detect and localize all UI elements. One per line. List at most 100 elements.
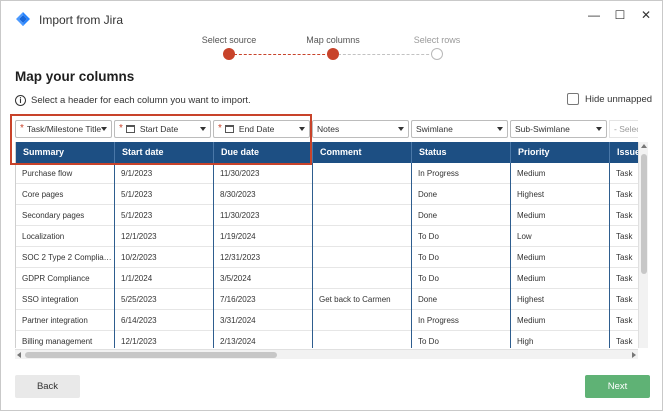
cell-comment xyxy=(313,310,412,331)
cell-status: In Progress xyxy=(412,163,511,184)
mapping-select-start-date[interactable]: * Start Date xyxy=(114,120,211,138)
chevron-down-icon xyxy=(398,127,404,131)
cell-due-date: 3/31/2024 xyxy=(214,310,313,331)
cell-comment: Get back to Carmen xyxy=(313,289,412,310)
cell-priority: Medium xyxy=(511,268,610,289)
minimize-button[interactable]: — xyxy=(586,7,602,23)
cell-comment xyxy=(313,163,412,184)
cell-priority: Medium xyxy=(511,205,610,226)
chevron-down-icon xyxy=(299,127,305,131)
info-text: Select a header for each column you want… xyxy=(31,95,251,106)
cell-status: To Do xyxy=(412,331,511,348)
cell-start-date: 9/1/2023 xyxy=(115,163,214,184)
mapping-select-label: End Date xyxy=(238,124,275,134)
required-marker: * xyxy=(218,123,222,134)
column-divider xyxy=(114,163,115,348)
next-button[interactable]: Next xyxy=(585,375,650,398)
hide-unmapped-checkbox[interactable] xyxy=(567,93,579,105)
cell-status: Done xyxy=(412,184,511,205)
cell-priority: Medium xyxy=(511,163,610,184)
scroll-left-icon[interactable] xyxy=(17,352,21,358)
cell-priority: Medium xyxy=(511,247,610,268)
cell-start-date: 5/25/2023 xyxy=(115,289,214,310)
cell-due-date: 2/13/2024 xyxy=(214,331,313,348)
table-row: Partner integration 6/14/2023 3/31/2024 In … xyxy=(16,310,638,331)
cell-comment xyxy=(313,184,412,205)
step-connector-1 xyxy=(234,53,330,55)
cell-due-date: 7/16/2023 xyxy=(214,289,313,310)
table-row: Billing management 12/1/2023 2/13/2024 To D… xyxy=(16,331,638,348)
mapping-select-priority[interactable]: Sub-Swimlane xyxy=(510,120,607,138)
column-divider xyxy=(609,163,610,348)
back-button[interactable]: Back xyxy=(15,375,80,398)
cell-summary: Secondary pages xyxy=(16,205,115,226)
page-title: Map your columns xyxy=(15,69,135,84)
cell-status: Done xyxy=(412,289,511,310)
table-header-priority: Priority xyxy=(511,142,610,163)
cell-issue-type: Task xyxy=(610,226,638,247)
cell-issue-type: Task xyxy=(610,163,638,184)
table-header-due-date: Due date xyxy=(214,142,313,163)
cell-due-date: 11/30/2023 xyxy=(214,163,313,184)
chevron-down-icon xyxy=(200,127,206,131)
jira-logo-icon xyxy=(16,12,30,26)
hide-unmapped-toggle[interactable]: Hide unmapped xyxy=(567,93,652,105)
maximize-button[interactable]: ☐ xyxy=(612,7,628,23)
cell-start-date: 5/1/2023 xyxy=(115,184,214,205)
cell-priority: Low xyxy=(511,226,610,247)
table-header-comment: Comment xyxy=(313,142,412,163)
horizontal-scroll-thumb[interactable] xyxy=(25,352,277,358)
mapping-select-label: Notes xyxy=(317,124,340,134)
mapping-select-summary[interactable]: * Task/Milestone Title xyxy=(15,120,112,138)
cell-issue-type: Task xyxy=(610,184,638,205)
cell-summary: SOC 2 Type 2 Compliance xyxy=(16,247,115,268)
cell-summary: Purchase flow xyxy=(16,163,115,184)
step-label-map-columns: Map columns xyxy=(306,35,360,45)
mapping-select-label: Task/Milestone Title xyxy=(26,124,102,134)
step-label-select-rows: Select rows xyxy=(413,35,461,45)
mapping-select-issue[interactable]: - Select xyxy=(609,120,638,138)
mapping-select-comment[interactable]: Notes xyxy=(312,120,409,138)
table-header-issue: Issue xyxy=(610,142,638,163)
column-divider xyxy=(213,163,214,348)
mapping-select-due-date[interactable]: * End Date xyxy=(213,120,310,138)
table-row: Core pages 5/1/2023 8/30/2023 Done Highest Ta… xyxy=(16,184,638,205)
cell-due-date: 11/30/2023 xyxy=(214,205,313,226)
scroll-right-icon[interactable] xyxy=(632,352,636,358)
cell-comment xyxy=(313,226,412,247)
cell-priority: Medium xyxy=(511,310,610,331)
cell-start-date: 1/1/2024 xyxy=(115,268,214,289)
mapping-select-label: Start Date xyxy=(139,124,179,134)
info-message: i Select a header for each column you wa… xyxy=(15,95,251,106)
cell-comment xyxy=(313,247,412,268)
cell-start-date: 10/2/2023 xyxy=(115,247,214,268)
cell-due-date: 12/31/2023 xyxy=(214,247,313,268)
cell-summary: Localization xyxy=(16,226,115,247)
cell-issue-type: Task xyxy=(610,310,638,331)
cell-status: In Progress xyxy=(412,310,511,331)
vertical-scroll-thumb[interactable] xyxy=(641,154,647,274)
cell-start-date: 6/14/2023 xyxy=(115,310,214,331)
mapping-select-label: Swimlane xyxy=(416,124,453,134)
step-dot-map-columns xyxy=(327,48,339,60)
mapping-select-label: Sub-Swimlane xyxy=(515,124,570,134)
cell-issue-type: Task xyxy=(610,289,638,310)
required-marker: * xyxy=(20,123,24,134)
scroll-up-icon[interactable] xyxy=(641,144,647,148)
cell-status: To Do xyxy=(412,247,511,268)
vertical-scrollbar[interactable] xyxy=(638,142,648,348)
chevron-down-icon xyxy=(596,127,602,131)
table-row: Localization 12/1/2023 1/19/2024 To Do Low Ta… xyxy=(16,226,638,247)
cell-issue-type: Task xyxy=(610,247,638,268)
cell-comment xyxy=(313,331,412,348)
table-row: Purchase flow 9/1/2023 11/30/2023 In Progre… xyxy=(16,163,638,184)
mapping-select-status[interactable]: Swimlane xyxy=(411,120,508,138)
step-label-select-source: Select source xyxy=(201,35,257,45)
cell-status: To Do xyxy=(412,226,511,247)
cell-issue-type: Task xyxy=(610,205,638,226)
close-button[interactable]: ✕ xyxy=(638,7,654,23)
cell-due-date: 3/5/2024 xyxy=(214,268,313,289)
cell-summary: GDPR Compliance xyxy=(16,268,115,289)
column-divider xyxy=(411,163,412,348)
horizontal-scrollbar[interactable] xyxy=(15,349,638,359)
